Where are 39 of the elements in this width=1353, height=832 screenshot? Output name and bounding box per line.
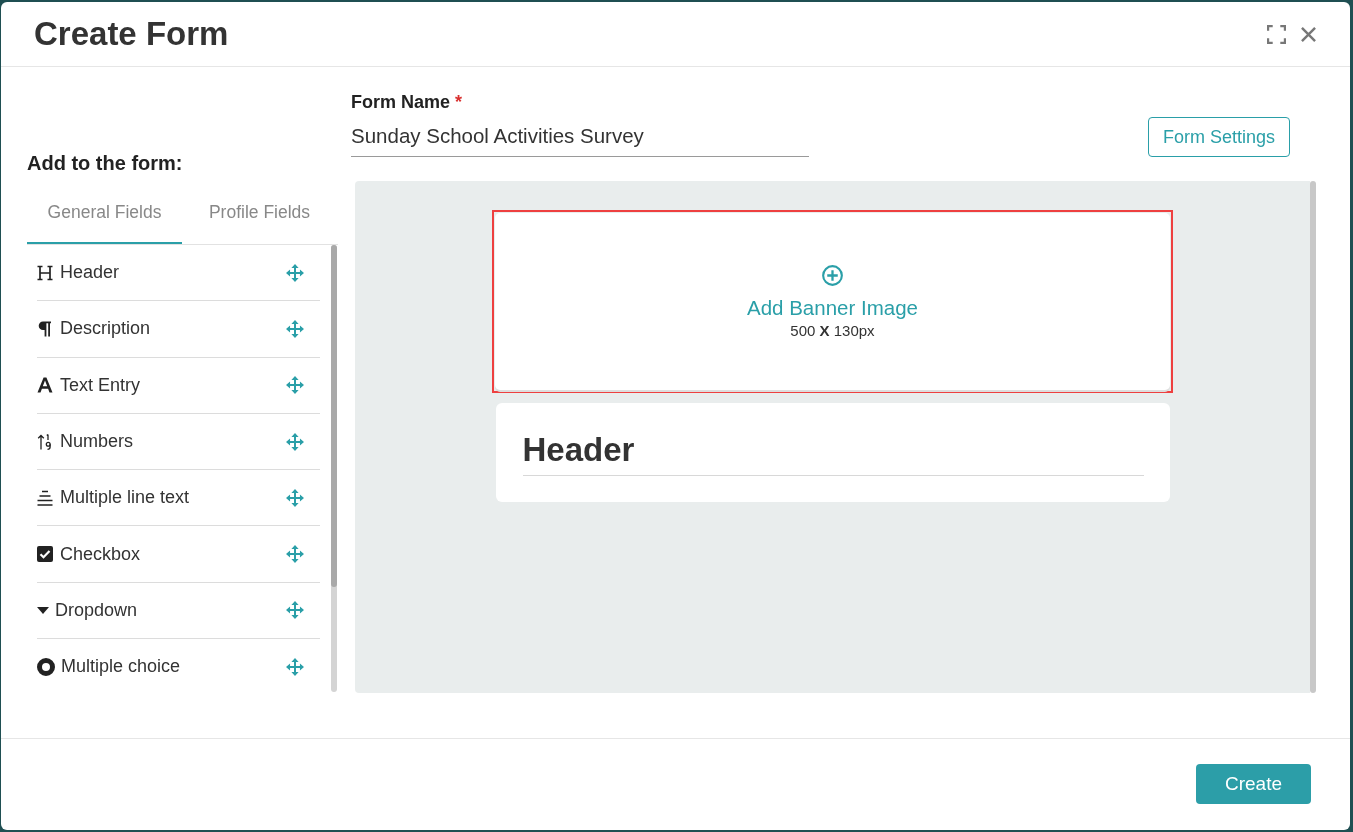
field-item[interactable]: Text Entry — [37, 357, 320, 414]
font-icon — [37, 377, 53, 394]
field-item[interactable]: Header — [37, 245, 320, 302]
scrollbar-thumb[interactable] — [331, 245, 337, 587]
text-lines-icon — [37, 489, 53, 506]
scrollbar-thumb[interactable] — [1310, 181, 1316, 693]
field-item[interactable]: Numbers — [37, 413, 320, 471]
paragraph-icon — [37, 320, 53, 337]
numeric-sort-icon — [37, 433, 53, 450]
move-icon[interactable] — [286, 319, 304, 338]
banner-upload-area[interactable]: Add Banner Image 500 X 130px — [492, 210, 1173, 393]
move-icon[interactable] — [286, 376, 304, 395]
field-label: Form Name * — [351, 92, 464, 113]
header-text: Header — [522, 431, 635, 468]
dialog-title: Create Form — [34, 15, 229, 53]
checked-box-icon — [37, 546, 53, 563]
tab[interactable]: General Fields — [27, 186, 182, 244]
banner-size-hint: 500 X 130px — [790, 322, 875, 340]
move-icon[interactable] — [286, 432, 304, 451]
field-item[interactable]: Multiple line text — [37, 470, 320, 527]
panel-heading: Add to the form: — [27, 152, 184, 175]
field-item[interactable]: Description — [37, 301, 320, 358]
caret-down-icon — [37, 606, 49, 614]
move-icon[interactable] — [286, 601, 304, 620]
field-item[interactable]: Multiple choice — [37, 639, 320, 692]
heading-icon — [37, 264, 53, 281]
move-icon[interactable] — [286, 488, 304, 507]
close-icon[interactable] — [1301, 26, 1316, 42]
field-item[interactable]: Dropdown — [37, 582, 320, 640]
move-icon[interactable] — [286, 545, 304, 564]
field-item[interactable]: Checkbox — [37, 526, 320, 583]
radio-dot-icon — [37, 657, 55, 676]
header-card[interactable]: Header — [495, 403, 1170, 502]
banner-title: Add Banner Image — [747, 296, 918, 319]
plus-circle-icon — [822, 265, 843, 286]
fullscreen-icon[interactable] — [1267, 24, 1286, 44]
tab[interactable]: Profile Fields — [182, 186, 337, 244]
move-icon[interactable] — [286, 657, 304, 676]
move-icon[interactable] — [286, 263, 304, 282]
